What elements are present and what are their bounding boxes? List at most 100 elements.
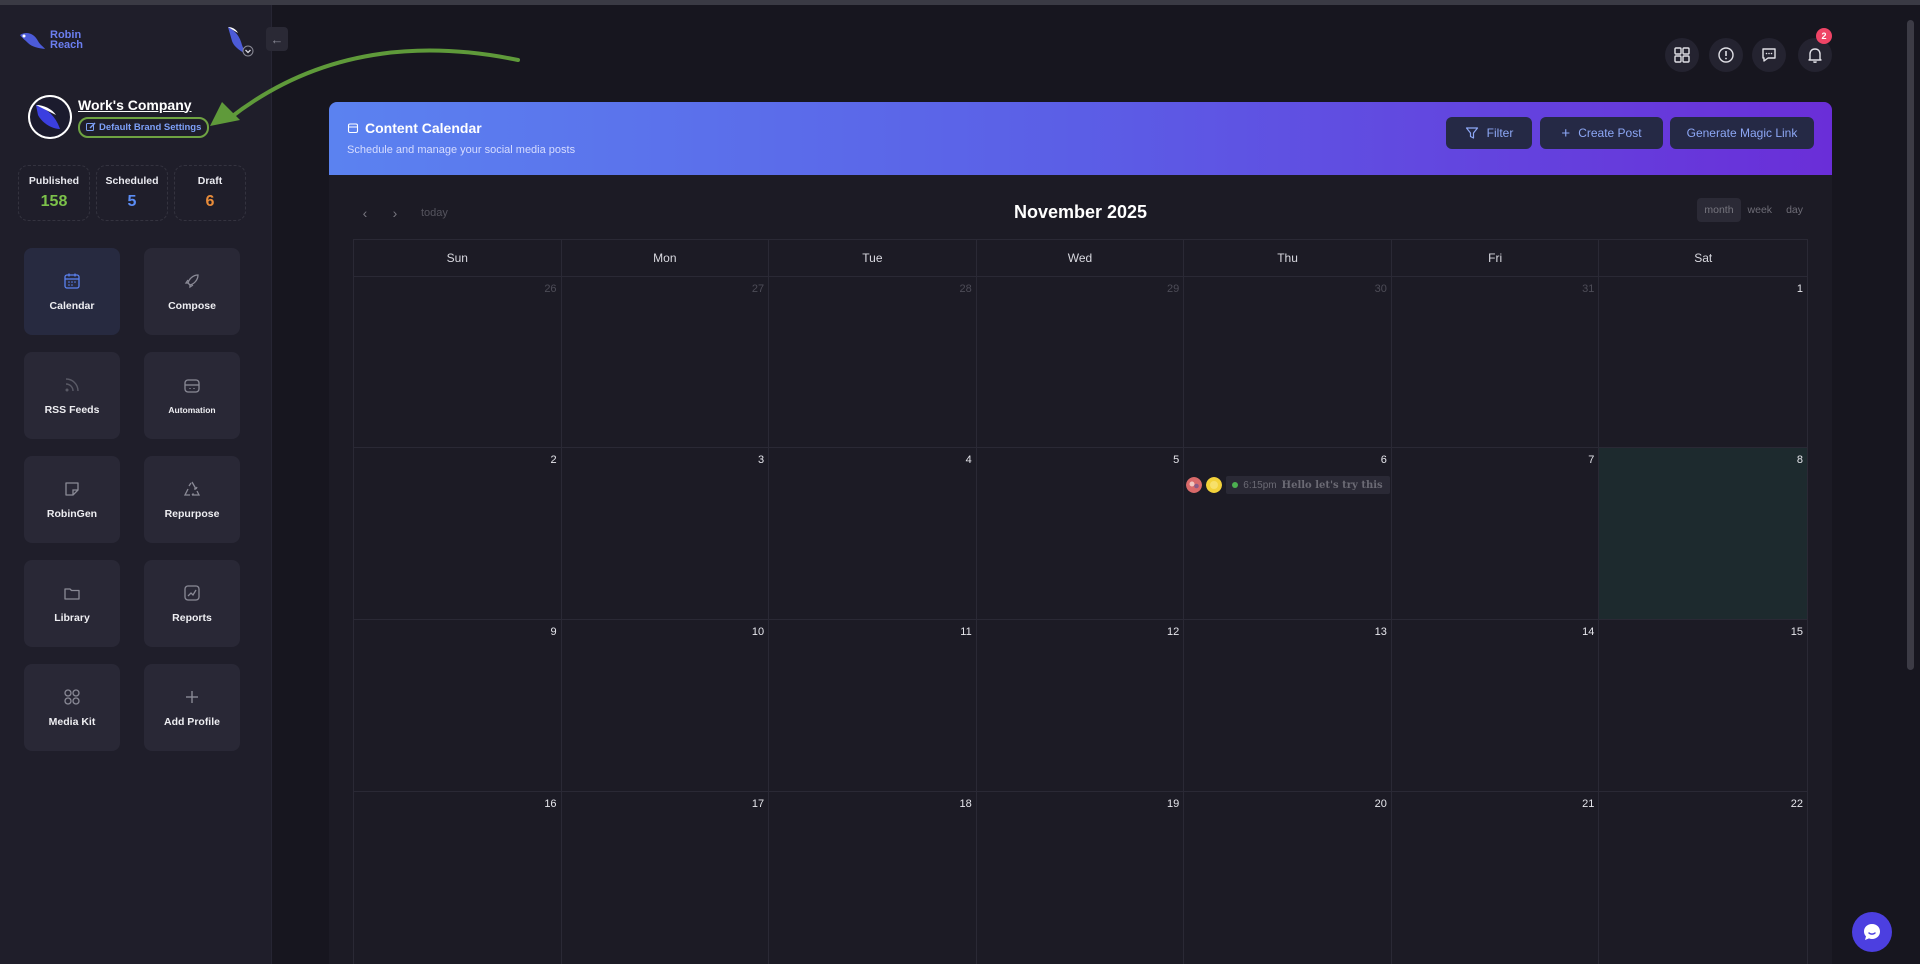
company-name[interactable]: Work's Company <box>78 97 209 113</box>
generate-magic-link-button[interactable]: Generate Magic Link <box>1670 117 1814 149</box>
brand-settings-label: Default Brand Settings <box>99 121 202 133</box>
nav-tile-rss-feeds[interactable]: RSS Feeds <box>24 352 120 439</box>
day-cell[interactable]: 1 <box>1599 277 1807 447</box>
tile-label: RobinGen <box>46 507 98 520</box>
magic-link-label: Generate Magic Link <box>1686 126 1798 140</box>
day-cell[interactable]: 6 6:15pm Hello let's try this <box>1184 448 1392 619</box>
day-cell[interactable]: 10 <box>562 620 770 791</box>
day-number: 22 <box>1790 798 1803 810</box>
view-day-button[interactable]: day <box>1779 198 1810 222</box>
content-calendar-panel: Content Calendar Schedule and manage you… <box>329 102 1832 964</box>
recycle-icon <box>183 481 201 496</box>
day-cell[interactable]: 12 <box>977 620 1185 791</box>
notifications-button[interactable]: 2 <box>1798 28 1832 72</box>
panel-header: Content Calendar Schedule and manage you… <box>329 102 1832 175</box>
day-cell[interactable]: 19 <box>977 792 1185 964</box>
day-cell[interactable]: 17 <box>562 792 770 964</box>
status-dot <box>1232 482 1239 488</box>
day-number: 11 <box>960 626 972 638</box>
calendar-grid: Sun Mon Tue Wed Thu Fri Sat 26 27 28 29 … <box>353 239 1808 964</box>
weekday-label: Sun <box>354 240 562 276</box>
stat-draft[interactable]: Draft 6 <box>174 165 246 221</box>
day-cell[interactable]: 27 <box>562 277 770 447</box>
day-cell[interactable]: 15 <box>1599 620 1807 791</box>
day-number: 7 <box>1588 454 1595 466</box>
day-cell-today[interactable]: 8 <box>1599 448 1807 619</box>
view-month-button[interactable]: month <box>1697 198 1741 222</box>
day-cell[interactable]: 11 <box>769 620 977 791</box>
day-cell[interactable]: 5 <box>977 448 1185 619</box>
calendar-icon <box>64 273 80 289</box>
nav-tile-add-profile[interactable]: Add Profile <box>144 664 240 751</box>
tile-label: Automation <box>168 404 216 415</box>
stat-value: 5 <box>127 193 137 210</box>
avatar <box>1206 477 1223 493</box>
tile-label: RSS Feeds <box>44 403 100 416</box>
day-cell[interactable]: 9 <box>354 620 562 791</box>
robin-logo-icon <box>20 33 45 49</box>
nav-tile-media-kit[interactable]: Media Kit <box>24 664 120 751</box>
note-icon <box>65 481 79 496</box>
create-post-button[interactable]: + Create Post <box>1540 117 1663 149</box>
day-cell[interactable]: 14 <box>1392 620 1600 791</box>
day-number: 3 <box>758 454 765 466</box>
event-text: Hello let's try this <box>1281 479 1383 491</box>
day-cell[interactable]: 30 <box>1184 277 1392 447</box>
nav-tile-robingen[interactable]: RobinGen <box>24 456 120 543</box>
stat-published[interactable]: Published 158 <box>18 165 90 221</box>
stat-value: 6 <box>205 193 215 210</box>
calendar-week: 9 10 11 12 13 14 15 <box>354 620 1807 792</box>
default-brand-settings-link[interactable]: Default Brand Settings <box>78 116 210 138</box>
company-card: Work's Company Default Brand Settings <box>28 95 210 139</box>
tile-label: Compose <box>168 299 216 312</box>
calendar-event[interactable]: 6:15pm Hello let's try this <box>1184 476 1391 494</box>
company-avatar[interactable] <box>28 95 72 139</box>
day-cell[interactable]: 18 <box>769 792 977 964</box>
day-number: 5 <box>1173 454 1180 466</box>
day-number: 17 <box>751 798 765 810</box>
day-cell[interactable]: 20 <box>1184 792 1392 964</box>
tile-label: Media Kit <box>48 715 96 728</box>
plus-icon: + <box>1561 124 1571 142</box>
panel-title: Content Calendar <box>347 120 482 136</box>
day-number: 12 <box>1167 626 1180 638</box>
nav-tile-reports[interactable]: Reports <box>144 560 240 647</box>
messages-button[interactable] <box>1752 38 1786 72</box>
stat-scheduled[interactable]: Scheduled 5 <box>96 165 168 221</box>
tile-label: Library <box>54 611 90 624</box>
filter-icon <box>1465 127 1478 139</box>
support-chat-button[interactable] <box>1852 912 1892 952</box>
nav-tile-calendar[interactable]: Calendar <box>24 248 120 335</box>
stat-value: 158 <box>40 193 68 210</box>
day-cell[interactable]: 29 <box>977 277 1185 447</box>
alert-button[interactable] <box>1709 38 1743 72</box>
day-cell[interactable]: 31 <box>1392 277 1600 447</box>
day-number: 4 <box>965 454 972 466</box>
nav-tile-compose[interactable]: Compose <box>144 248 240 335</box>
nav-tile-repurpose[interactable]: Repurpose <box>144 456 240 543</box>
apps-button[interactable] <box>1665 38 1699 72</box>
rocket-icon <box>184 273 199 288</box>
event-chip: 6:15pm Hello let's try this <box>1226 476 1391 494</box>
day-cell[interactable]: 3 <box>562 448 770 619</box>
weekday-label: Wed <box>977 240 1185 276</box>
day-cell[interactable]: 13 <box>1184 620 1392 791</box>
day-cell[interactable]: 7 <box>1392 448 1600 619</box>
tile-label: Repurpose <box>164 507 220 520</box>
day-cell[interactable]: 28 <box>769 277 977 447</box>
app-logo[interactable]: Robin Reach <box>18 29 83 51</box>
chart-icon <box>184 584 200 601</box>
stat-label: Published <box>28 175 80 187</box>
nav-tile-automation[interactable]: Automation <box>144 352 240 439</box>
page-scrollbar[interactable] <box>1907 20 1914 670</box>
day-cell[interactable]: 21 <box>1392 792 1600 964</box>
day-cell[interactable]: 2 <box>354 448 562 619</box>
day-cell[interactable]: 16 <box>354 792 562 964</box>
filter-button[interactable]: Filter <box>1446 117 1532 149</box>
nav-tile-library[interactable]: Library <box>24 560 120 647</box>
day-cell[interactable]: 4 <box>769 448 977 619</box>
view-week-button[interactable]: week <box>1741 198 1780 222</box>
day-number: 16 <box>544 798 557 810</box>
day-cell[interactable]: 26 <box>354 277 562 447</box>
day-cell[interactable]: 22 <box>1599 792 1807 964</box>
